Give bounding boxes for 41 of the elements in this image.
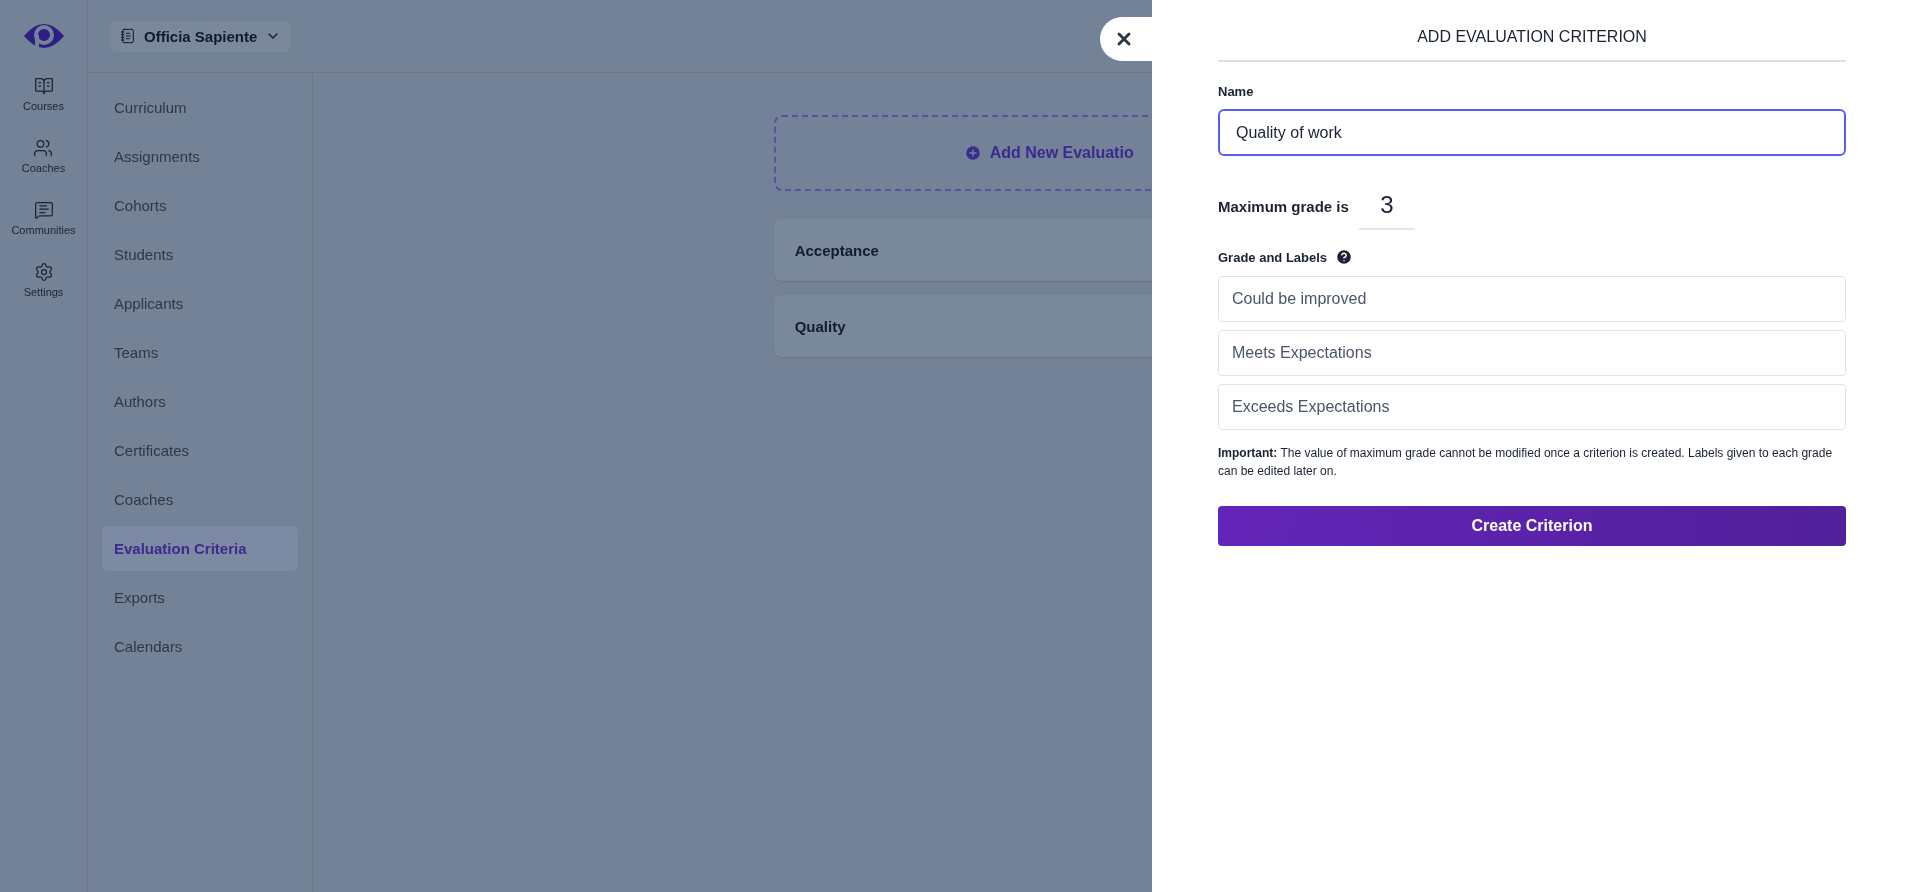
nav-item[interactable]: Communities [11,200,76,262]
nav-label: Courses [23,100,64,112]
sidebar-item[interactable]: Exports [102,575,298,620]
sidebar-item[interactable]: Assignments [102,134,298,179]
plus-icon [963,144,982,162]
nav-label: Communities [11,224,76,236]
name-input[interactable]: Quality of work [1218,109,1846,156]
name-label: Name [1218,84,1255,99]
grade-label-input[interactable]: Meets Expectations [1218,330,1846,376]
sidebar-item[interactable]: Certificates [102,428,298,473]
sidebar-item[interactable]: Applicants [102,281,298,326]
users-icon [33,138,54,158]
settings-icon [33,262,54,282]
chat-icon [33,200,54,220]
sidebar-item[interactable]: Teams [102,330,298,375]
grade-labels-heading: Grade and Labels [1218,249,1328,265]
close-button[interactable] [1100,17,1152,61]
book-icon [33,76,54,96]
nav-item[interactable]: Settings [23,262,64,324]
nav-item[interactable]: Courses [23,76,64,138]
nav-label: Coaches [21,162,66,174]
nav-item[interactable]: Coaches [21,138,66,200]
grade-label-input[interactable]: Exceeds Expectations [1218,384,1846,430]
sidebar-item[interactable]: Coaches [102,477,298,522]
max-grade-label: Maximum grade is [1218,197,1349,215]
sidebar-item[interactable]: Cohorts [102,183,298,228]
important-note: Important: The value of maximum grade cannot be modified once a criterion is created. Labels given to each grade can be edited later on. [1218,445,1834,480]
sidebar-item[interactable]: Authors [102,379,298,424]
sidebar-item[interactable]: Students [102,232,298,277]
create-criterion-button[interactable]: Create Criterion [1218,506,1846,546]
nav-label: Settings [23,286,64,298]
sidebar-item[interactable]: Calendars [102,624,298,669]
panel-title: ADD EVALUATION CRITERION [1218,0,1846,62]
help-icon[interactable] [1335,248,1354,266]
criterion-card[interactable]: Acceptance [773,219,1152,281]
grade-label-input[interactable]: Could be improved [1218,276,1846,322]
school-dropdown[interactable]: Officia Sapiente [110,20,292,52]
criterion-card[interactable]: Quality [773,295,1152,357]
notebook-icon [120,28,136,44]
sidebar-item[interactable]: Evaluation Criteria [102,526,298,571]
sidebar-item[interactable]: Curriculum [102,85,298,130]
